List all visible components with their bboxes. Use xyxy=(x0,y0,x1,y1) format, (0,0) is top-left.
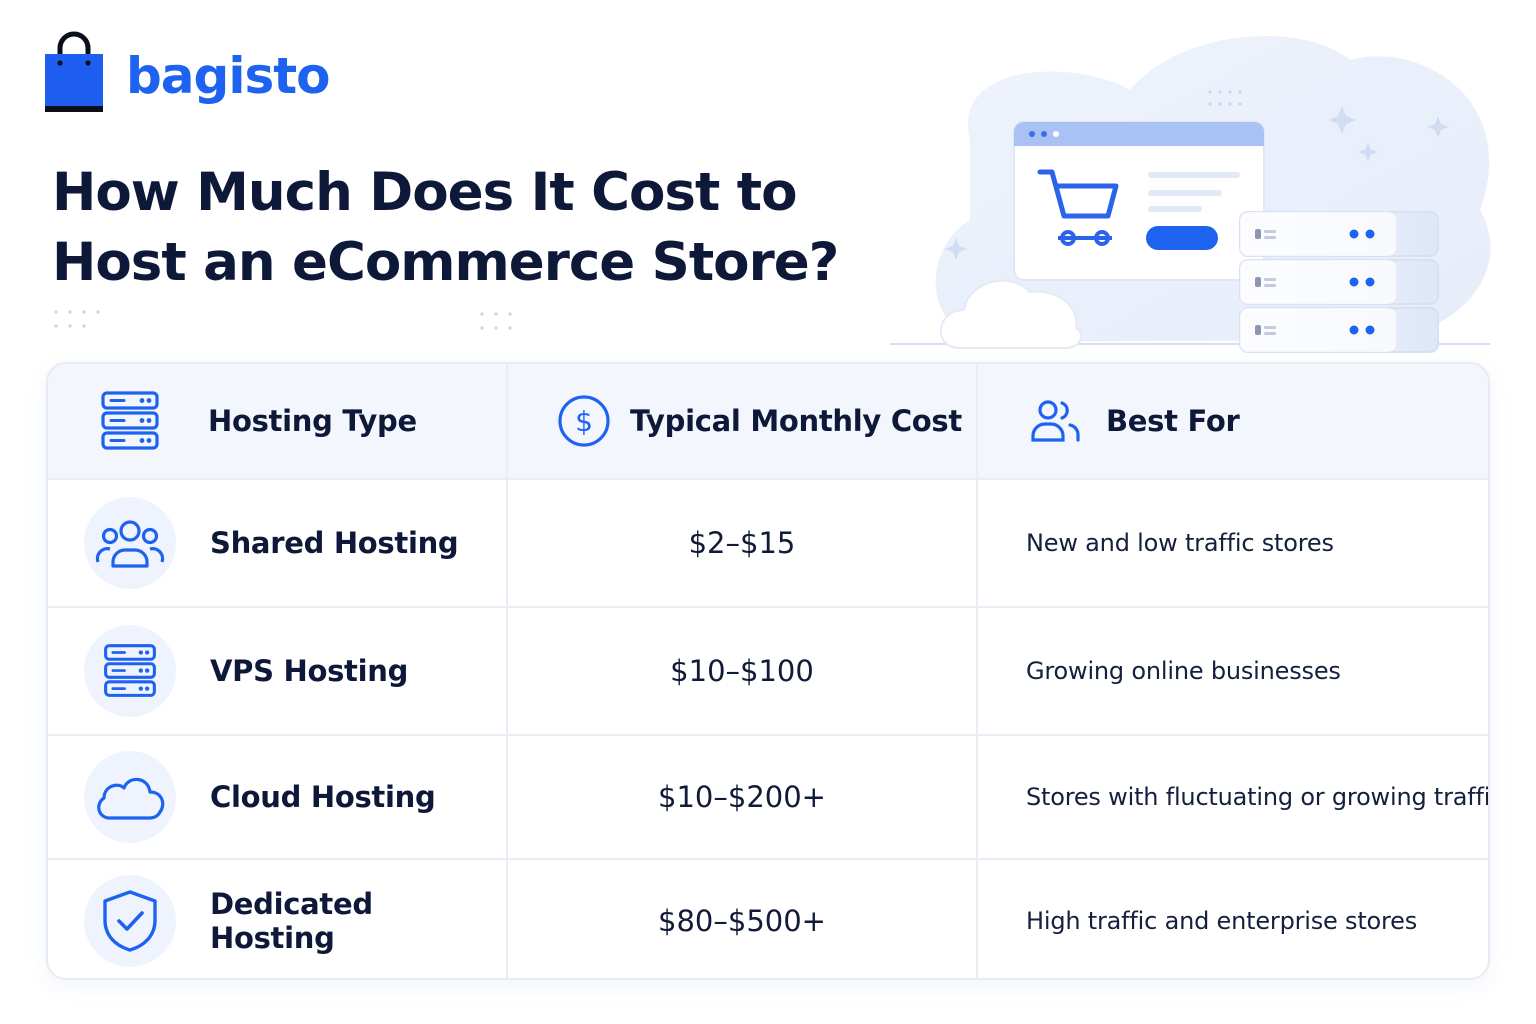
table-row: Cloud Hosting $10–$200+ Stores with fluc… xyxy=(48,734,1488,858)
hosting-illustration xyxy=(890,35,1491,353)
icon-badge xyxy=(84,625,176,717)
shield-check-icon xyxy=(103,890,157,952)
dollar-circle-icon: $ xyxy=(558,395,610,447)
hosting-type-cell: Shared Hosting xyxy=(48,480,508,606)
best-for-text: Growing online businesses xyxy=(1026,657,1341,685)
users-icon xyxy=(1031,400,1080,442)
server-icon xyxy=(104,644,156,697)
header-label: Typical Monthly Cost xyxy=(630,404,962,438)
best-for-text: New and low traffic stores xyxy=(1026,529,1334,557)
users-group-icon xyxy=(95,520,165,568)
hosting-type-cell: Cloud Hosting xyxy=(48,736,508,858)
hosting-type-cell: Dedicated Hosting xyxy=(48,860,508,978)
icon-badge xyxy=(84,497,176,589)
brand-name: bagisto xyxy=(126,47,330,105)
monthly-cost-cell: $10–$100 xyxy=(508,608,978,734)
server-icon xyxy=(101,391,159,450)
header-best-for: Best For xyxy=(978,364,1488,478)
header-label: Hosting Type xyxy=(208,404,417,438)
decorative-dots xyxy=(54,310,100,328)
svg-text:$: $ xyxy=(575,405,593,438)
hosting-type-name: Shared Hosting xyxy=(210,526,459,560)
icon-badge xyxy=(84,875,176,967)
hosting-type-cell: VPS Hosting xyxy=(48,608,508,734)
header-hosting-type: Hosting Type xyxy=(48,364,508,478)
monthly-cost-cell: $10–$200+ xyxy=(508,736,978,858)
hosting-type-name: Cloud Hosting xyxy=(210,780,436,814)
brand: bagisto xyxy=(44,30,330,114)
best-for-cell: Growing online businesses xyxy=(978,608,1488,734)
table-header: Hosting Type $ Typical Monthly Cost Best… xyxy=(48,364,1488,478)
best-for-cell: High traffic and enterprise stores xyxy=(978,860,1488,978)
icon-badge xyxy=(84,751,176,843)
cost-value: $80–$500+ xyxy=(658,904,826,938)
cost-value: $10–$100 xyxy=(670,654,814,688)
cost-value: $2–$15 xyxy=(688,526,796,560)
decorative-dots xyxy=(480,312,512,330)
header-monthly-cost: $ Typical Monthly Cost xyxy=(508,364,978,478)
best-for-text: Stores with fluctuating or growing traff… xyxy=(1026,783,1490,811)
table-row: VPS Hosting $10–$100 Growing online busi… xyxy=(48,606,1488,734)
best-for-text: High traffic and enterprise stores xyxy=(1026,907,1418,935)
cloud-icon xyxy=(97,777,165,820)
hosting-cost-table: Hosting Type $ Typical Monthly Cost Best… xyxy=(46,362,1490,980)
shopping-bag-logo-icon xyxy=(45,31,103,112)
monthly-cost-cell: $2–$15 xyxy=(508,480,978,606)
monthly-cost-cell: $80–$500+ xyxy=(508,860,978,978)
hosting-type-name: Dedicated Hosting xyxy=(210,887,373,955)
table-row: Dedicated Hosting $80–$500+ High traffic… xyxy=(48,858,1488,978)
header-label: Best For xyxy=(1106,404,1240,438)
best-for-cell: Stores with fluctuating or growing traff… xyxy=(978,736,1488,858)
hosting-type-name: VPS Hosting xyxy=(210,654,409,688)
best-for-cell: New and low traffic stores xyxy=(978,480,1488,606)
page-title: How Much Does It Cost to Host an eCommer… xyxy=(52,162,839,293)
table-row: Shared Hosting $2–$15 New and low traffi… xyxy=(48,478,1488,606)
cost-value: $10–$200+ xyxy=(658,780,826,814)
